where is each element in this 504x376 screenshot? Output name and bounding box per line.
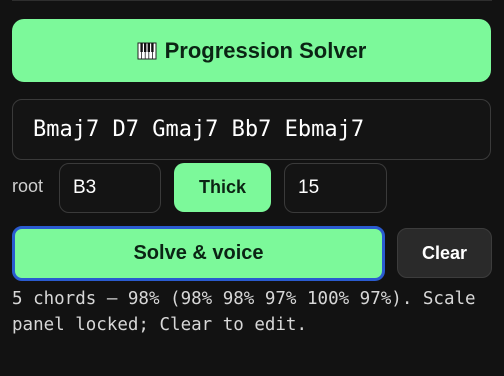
top-divider [12,0,492,1]
solve-voice-button[interactable]: Solve & voice [12,226,385,281]
thick-toggle-button[interactable]: Thick [174,163,271,212]
clear-button[interactable]: Clear [397,228,492,278]
piano-icon [137,41,157,61]
root-note-field[interactable] [59,163,161,213]
clear-label: Clear [421,242,468,263]
thick-label: Thick [198,177,246,197]
chord-progression-input[interactable] [12,99,491,160]
root-label: root [12,176,44,196]
progression-solver-button[interactable]: Progression Solver [12,19,491,82]
count-field[interactable] [284,163,387,213]
title-label: Progression Solver [164,37,367,63]
solve-label: Solve & voice [133,242,264,264]
status-message: 5 chords — 98% (98% 98% 97% 100% 97%). S… [12,289,476,335]
